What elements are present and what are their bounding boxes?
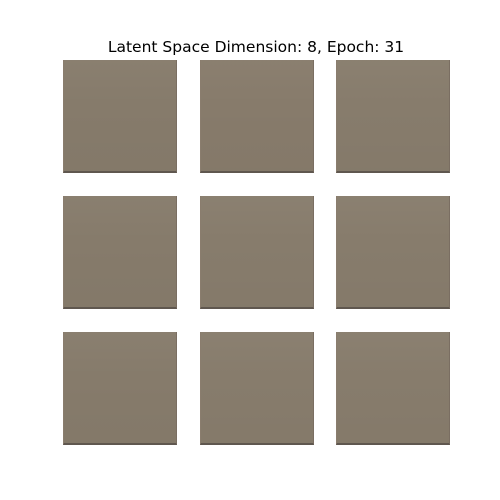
- generated-sample-image: [336, 332, 450, 445]
- generated-sample-image: [200, 196, 314, 309]
- generated-sample-image: [200, 60, 314, 173]
- generated-sample-image: [336, 196, 450, 309]
- generated-sample-image: [63, 332, 177, 445]
- generated-sample-image: [200, 332, 314, 445]
- generated-sample-image: [63, 196, 177, 309]
- generated-sample-image: [336, 60, 450, 173]
- generated-sample-image: [63, 60, 177, 173]
- sample-grid: [0, 0, 500, 500]
